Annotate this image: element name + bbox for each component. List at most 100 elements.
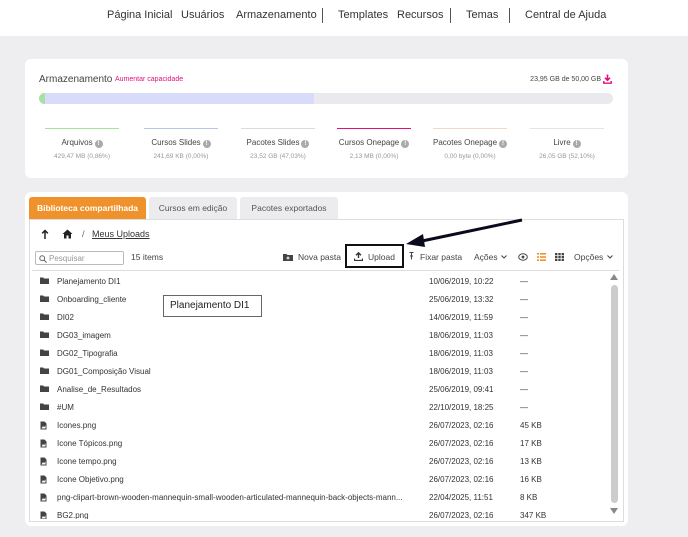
- increase-capacity-link[interactable]: Aumentar capacidade: [115, 76, 183, 83]
- storage-usage-bar: [39, 93, 613, 104]
- file-date: 18/06/2019, 11:03: [429, 349, 493, 358]
- category-label: Pacotes Slides: [246, 138, 300, 147]
- file-row[interactable]: Analise_de_Resultados 25/06/2019, 09:41 —: [30, 380, 608, 398]
- folder-icon: [40, 403, 49, 410]
- file-name: Planejamento DI1: [57, 277, 121, 286]
- actions-dropdown[interactable]: Ações: [474, 252, 507, 262]
- image-file-icon: [40, 511, 47, 519]
- options-label: Opções: [574, 252, 604, 262]
- file-date: 22/04/2025, 11:51: [429, 493, 493, 502]
- file-row[interactable]: Icones.png 26/07/2023, 02:16 45 KB: [30, 416, 608, 434]
- file-size: —: [520, 295, 528, 304]
- category-value: 26,05 GB (52,10%): [539, 153, 595, 160]
- category-line: [337, 128, 411, 129]
- file-date: 10/06/2019, 10:22: [429, 277, 494, 286]
- pin-icon: [409, 252, 414, 260]
- folder-icon: [40, 295, 49, 302]
- folder-icon: [40, 385, 49, 392]
- eye-icon[interactable]: [518, 253, 528, 261]
- category-line: [144, 128, 218, 129]
- category-line: [45, 128, 119, 129]
- search-input[interactable]: [49, 253, 121, 264]
- file-row[interactable]: #UM 22/10/2019, 18:25 —: [30, 398, 608, 416]
- category-line: [241, 128, 315, 129]
- download-icon[interactable]: [603, 74, 612, 84]
- items-count: 15 items: [131, 252, 164, 262]
- pin-folder-label: Fixar pasta: [420, 252, 463, 262]
- nav-divider: [450, 8, 451, 23]
- category-packages-slides: Pacotes Slides! 23,52 GB (47,03%): [241, 128, 315, 160]
- options-dropdown[interactable]: Opções: [574, 252, 613, 262]
- file-row[interactable]: png-clipart-brown-wooden-mannequin-small…: [30, 488, 608, 506]
- home-icon[interactable]: [62, 229, 73, 239]
- new-folder-label: Nova pasta: [298, 252, 341, 262]
- scroll-down-icon[interactable]: [610, 508, 618, 514]
- grid-view-icon[interactable]: [555, 253, 564, 261]
- scrollbar[interactable]: [608, 272, 620, 519]
- file-size: —: [520, 349, 528, 358]
- name-tooltip: Planejamento DI1: [163, 295, 262, 317]
- storage-usage-fill: [39, 93, 314, 104]
- file-row[interactable]: DI02 14/06/2019, 11:59—: [30, 308, 608, 326]
- file-name: png-clipart-brown-wooden-mannequin-small…: [57, 493, 403, 502]
- file-row[interactable]: Icone tempo.png 26/07/2023, 02:16 13 KB: [30, 452, 608, 470]
- info-icon[interactable]: !: [301, 140, 310, 148]
- upload-highlight-box: [345, 244, 404, 268]
- info-icon[interactable]: !: [94, 140, 103, 148]
- file-date: 25/06/2019, 13:32: [429, 295, 494, 304]
- file-size: 17 KB: [520, 439, 542, 448]
- category-value: 23,52 GB (47,03%): [250, 153, 306, 160]
- tab-exported-packages[interactable]: Pacotes exportados: [240, 197, 338, 219]
- category-label: Arquivos: [61, 138, 93, 147]
- file-name: BG2.png: [57, 511, 89, 519]
- file-size: 8 KB: [520, 493, 538, 502]
- file-size: —: [520, 313, 528, 322]
- file-date: 22/10/2019, 18:25: [429, 403, 494, 412]
- tab-shared-library[interactable]: Biblioteca compartilhada: [29, 197, 146, 219]
- file-browser: / Meus Uploads 15 items Nova pasta Uploa…: [29, 219, 624, 522]
- info-icon[interactable]: !: [572, 140, 581, 148]
- category-label: Livre: [553, 138, 571, 147]
- breadcrumb-current[interactable]: Meus Uploads: [92, 229, 150, 239]
- pin-folder-button[interactable]: Fixar pasta: [409, 252, 462, 262]
- info-icon[interactable]: !: [499, 140, 508, 148]
- list-view-icon[interactable]: [537, 253, 546, 261]
- file-size: 45 KB: [520, 421, 542, 430]
- file-row[interactable]: DG01_Composição Visual 18/06/2019, 11:03 —: [30, 362, 608, 380]
- file-date: 18/06/2019, 11:03: [429, 331, 493, 340]
- folder-icon: [40, 331, 49, 338]
- nav-divider: [509, 8, 510, 23]
- file-row[interactable]: DG02_Tipografia 18/06/2019, 11:03 —: [30, 344, 608, 362]
- nav-users[interactable]: Usuários: [181, 9, 224, 21]
- file-name: Icone Objetivo.png: [57, 475, 124, 484]
- nav-resources[interactable]: Recursos: [397, 9, 443, 21]
- file-row[interactable]: Planejamento DI1 10/06/2019, 10:22 —: [30, 272, 608, 290]
- category-value: 0,00 byte (0,00%): [444, 153, 496, 160]
- category-free: Livre! 26,05 GB (52,10%): [530, 128, 604, 160]
- folder-icon: [40, 367, 49, 374]
- file-date: 26/07/2023, 02:16: [429, 511, 494, 519]
- file-row[interactable]: DG03_imagem 18/06/2019, 11:03 —: [30, 326, 608, 344]
- scrollbar-thumb[interactable]: [611, 285, 618, 503]
- breadcrumb-separator: /: [82, 229, 85, 239]
- info-icon[interactable]: !: [401, 140, 410, 148]
- tab-courses-editing[interactable]: Cursos em edição: [149, 197, 237, 219]
- file-date: 25/06/2019, 09:41: [429, 385, 494, 394]
- nav-storage[interactable]: Armazenamento: [236, 9, 317, 21]
- category-line: [530, 128, 604, 129]
- info-icon[interactable]: !: [202, 140, 211, 148]
- nav-themes[interactable]: Temas: [466, 9, 498, 21]
- nav-templates[interactable]: Templates: [338, 9, 388, 21]
- nav-home[interactable]: Página Inicial: [107, 9, 172, 21]
- file-row[interactable]: Onboarding_cliente 25/06/2019, 13:32—: [30, 290, 608, 308]
- file-size: —: [520, 331, 528, 340]
- file-row[interactable]: BG2.png 26/07/2023, 02:16 347 KB: [30, 506, 608, 519]
- up-level-icon[interactable]: [41, 229, 49, 240]
- file-row[interactable]: Icone Tópicos.png 26/07/2023, 02:16 17 KB: [30, 434, 608, 452]
- new-folder-button[interactable]: Nova pasta: [283, 252, 341, 262]
- file-row[interactable]: Icone Objetivo.png 26/07/2023, 02:16 16 KB: [30, 470, 608, 488]
- scroll-up-icon[interactable]: [610, 274, 618, 280]
- file-date: 14/06/2019, 11:59: [429, 313, 493, 322]
- chevron-down-icon: [606, 255, 613, 259]
- nav-help-center[interactable]: Central de Ajuda: [525, 9, 606, 21]
